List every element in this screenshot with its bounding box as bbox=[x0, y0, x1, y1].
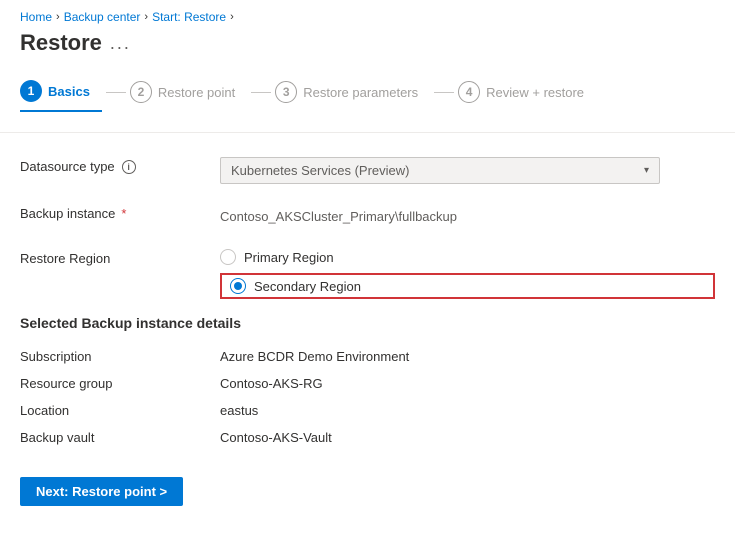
detail-subscription-val: Azure BCDR Demo Environment bbox=[220, 349, 409, 364]
restore-region-row: Restore Region Primary Region Secondary … bbox=[20, 245, 715, 299]
datasource-info-icon[interactable]: i bbox=[122, 160, 136, 174]
step-circle-3: 3 bbox=[275, 81, 297, 103]
breadcrumb-start-restore[interactable]: Start: Restore bbox=[152, 10, 226, 24]
step-circle-1: 1 bbox=[20, 80, 42, 102]
detail-resource-group: Resource group Contoso-AKS-RG bbox=[20, 370, 715, 397]
breadcrumb-backup-center[interactable]: Backup center bbox=[64, 10, 141, 24]
breadcrumb-sep1: › bbox=[56, 11, 60, 23]
datasource-dropdown-text: Kubernetes Services (Preview) bbox=[231, 163, 409, 178]
step-label-3: Restore parameters bbox=[303, 85, 418, 100]
step-review-restore[interactable]: 4 Review + restore bbox=[458, 73, 596, 111]
step-restore-parameters[interactable]: 3 Restore parameters bbox=[275, 73, 430, 111]
restore-region-options: Primary Region Secondary Region bbox=[220, 245, 715, 299]
selected-backup-section: Selected Backup instance details Subscri… bbox=[20, 315, 715, 451]
detail-backup-vault-val: Contoso-AKS-Vault bbox=[220, 430, 332, 445]
detail-subscription-key: Subscription bbox=[20, 349, 220, 364]
step-divider-2 bbox=[251, 92, 271, 93]
primary-region-label: Primary Region bbox=[244, 250, 334, 265]
page-title: Restore bbox=[20, 30, 102, 56]
step-label-2: Restore point bbox=[158, 85, 235, 100]
step-circle-4: 4 bbox=[458, 81, 480, 103]
page-title-area: Restore ... bbox=[0, 30, 735, 72]
datasource-value: Kubernetes Services (Preview) ▾ bbox=[220, 153, 715, 184]
step-restore-point[interactable]: 2 Restore point bbox=[130, 73, 247, 111]
more-options-icon[interactable]: ... bbox=[110, 33, 131, 54]
step-divider-1 bbox=[106, 92, 126, 93]
backup-instance-text: Contoso_AKSCluster_Primary\fullbackup bbox=[220, 204, 715, 229]
form-area: Datasource type i Kubernetes Services (P… bbox=[0, 133, 735, 451]
secondary-region-label: Secondary Region bbox=[254, 279, 361, 294]
primary-region-radio[interactable] bbox=[220, 249, 236, 265]
step-circle-2: 2 bbox=[130, 81, 152, 103]
detail-location-key: Location bbox=[20, 403, 220, 418]
datasource-label: Datasource type i bbox=[20, 153, 220, 174]
detail-resource-group-key: Resource group bbox=[20, 376, 220, 391]
step-label-1: Basics bbox=[48, 84, 90, 99]
details-table: Subscription Azure BCDR Demo Environment… bbox=[20, 343, 715, 451]
step-divider-3 bbox=[434, 92, 454, 93]
datasource-row: Datasource type i Kubernetes Services (P… bbox=[20, 153, 715, 184]
next-button[interactable]: Next: Restore point > bbox=[20, 477, 183, 506]
breadcrumb-sep3: › bbox=[230, 11, 234, 23]
primary-region-option[interactable]: Primary Region bbox=[220, 249, 715, 265]
backup-instance-row: Backup instance * Contoso_AKSCluster_Pri… bbox=[20, 200, 715, 229]
backup-instance-value: Contoso_AKSCluster_Primary\fullbackup bbox=[220, 200, 715, 229]
detail-backup-vault-key: Backup vault bbox=[20, 430, 220, 445]
detail-location: Location eastus bbox=[20, 397, 715, 424]
secondary-region-radio[interactable] bbox=[230, 278, 246, 294]
secondary-region-option[interactable]: Secondary Region bbox=[220, 273, 715, 299]
detail-location-val: eastus bbox=[220, 403, 258, 418]
radio-group: Primary Region Secondary Region bbox=[220, 249, 715, 299]
detail-resource-group-val: Contoso-AKS-RG bbox=[220, 376, 323, 391]
section-title: Selected Backup instance details bbox=[20, 315, 715, 331]
breadcrumb-sep2: › bbox=[144, 11, 148, 23]
backup-instance-label: Backup instance * bbox=[20, 200, 220, 221]
step-label-4: Review + restore bbox=[486, 85, 584, 100]
footer: Next: Restore point > bbox=[0, 461, 735, 522]
restore-region-label: Restore Region bbox=[20, 245, 220, 266]
detail-backup-vault: Backup vault Contoso-AKS-Vault bbox=[20, 424, 715, 451]
wizard-steps: 1 Basics 2 Restore point 3 Restore param… bbox=[0, 72, 735, 133]
breadcrumb: Home › Backup center › Start: Restore › bbox=[0, 0, 735, 30]
datasource-dropdown[interactable]: Kubernetes Services (Preview) ▾ bbox=[220, 157, 660, 184]
required-star: * bbox=[121, 206, 126, 221]
detail-subscription: Subscription Azure BCDR Demo Environment bbox=[20, 343, 715, 370]
datasource-chevron-icon: ▾ bbox=[644, 165, 649, 176]
step-basics[interactable]: 1 Basics bbox=[20, 72, 102, 112]
breadcrumb-home[interactable]: Home bbox=[20, 10, 52, 24]
